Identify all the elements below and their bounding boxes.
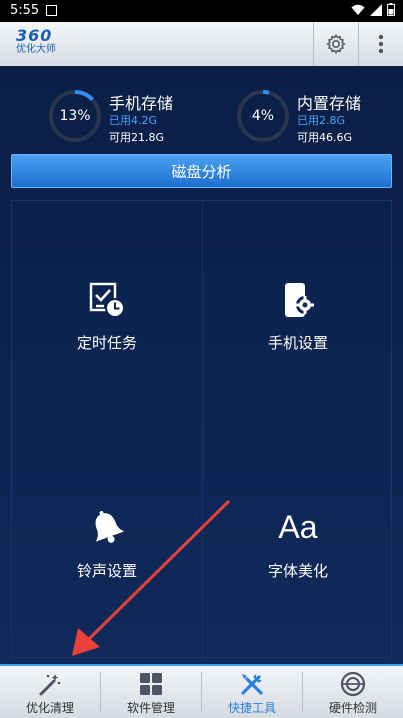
tool-timed-task[interactable]: 定时任务 bbox=[12, 201, 202, 429]
tab-software-manage[interactable]: 软件管理 bbox=[101, 666, 201, 718]
tool-label: 字体美化 bbox=[267, 561, 328, 580]
app-logo: 360 优化大师 bbox=[16, 28, 76, 60]
disk-analysis-button[interactable]: 磁盘分析 bbox=[11, 154, 392, 188]
tool-ringtone-settings[interactable]: 铃声设置 bbox=[12, 429, 202, 657]
tool-phone-settings[interactable]: 手机设置 bbox=[203, 201, 393, 429]
main-content: 13% 手机存储 已用4.2G 可用21.8G 4% 内置存储 已用2.8G 可… bbox=[0, 66, 403, 664]
tool-label: 手机设置 bbox=[267, 333, 328, 352]
timed-task-icon bbox=[85, 278, 129, 322]
internal-storage-available: 可用46.6G bbox=[297, 131, 353, 144]
hardware-check-icon bbox=[339, 670, 367, 698]
overflow-menu-button[interactable] bbox=[358, 22, 403, 66]
internal-storage-ring bbox=[237, 90, 289, 142]
signal-icon bbox=[370, 3, 382, 16]
bottom-tab-bar: 优化清理 软件管理 快捷工具 硬件检测 bbox=[0, 664, 403, 718]
tab-quick-tools[interactable]: 快捷工具 bbox=[202, 666, 302, 718]
notification-icon bbox=[46, 5, 57, 16]
tab-hardware-check[interactable]: 硬件检测 bbox=[303, 666, 403, 718]
logo-number: 360 bbox=[16, 26, 53, 45]
tool-label: 铃声设置 bbox=[76, 561, 137, 580]
tab-label: 优化清理 bbox=[25, 701, 74, 715]
tools-icon bbox=[238, 670, 266, 698]
phone-storage-available: 可用21.8G bbox=[109, 131, 165, 144]
bell-icon bbox=[85, 506, 129, 550]
phone-settings-icon bbox=[276, 278, 320, 322]
status-bar: 5:55 bbox=[0, 0, 403, 22]
logo-text: 优化大师 bbox=[16, 44, 56, 55]
tab-label: 硬件检测 bbox=[328, 701, 377, 715]
wifi-icon bbox=[351, 4, 365, 15]
magic-wand-icon bbox=[36, 670, 64, 698]
phone-storage-used: 已用4.2G bbox=[109, 114, 158, 127]
tool-font-beautify[interactable]: Aa 字体美化 bbox=[203, 429, 393, 657]
tab-optimize-clean[interactable]: 优化清理 bbox=[0, 666, 100, 718]
more-vert-icon bbox=[378, 34, 383, 54]
phone-storage-title: 手机存储 bbox=[109, 94, 174, 113]
status-time: 5:55 bbox=[10, 3, 40, 18]
settings-button[interactable] bbox=[313, 22, 358, 66]
tab-label: 快捷工具 bbox=[227, 701, 276, 715]
tab-label: 软件管理 bbox=[126, 701, 175, 715]
app-bar: 360 优化大师 bbox=[0, 22, 403, 67]
battery-icon bbox=[387, 3, 395, 16]
gear-icon bbox=[325, 33, 346, 55]
internal-storage-used: 已用2.8G bbox=[297, 114, 346, 127]
internal-storage-title: 内置存储 bbox=[297, 94, 362, 113]
font-icon: Aa bbox=[278, 509, 318, 545]
tool-label: 定时任务 bbox=[76, 333, 137, 352]
tools-grid: 定时任务 手机设置 铃声设置 Aa 字体美化 bbox=[11, 200, 392, 658]
apps-grid-icon bbox=[137, 670, 165, 698]
phone-storage-ring bbox=[49, 90, 101, 142]
